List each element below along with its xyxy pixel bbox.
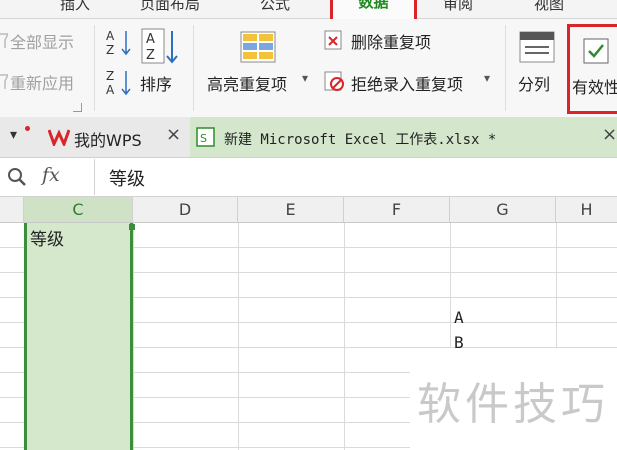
formula-value: 等级 (109, 169, 145, 190)
notification-dot-icon (25, 126, 30, 131)
sort-icon[interactable]: A Z (140, 27, 180, 67)
delete-duplicates-button[interactable]: 删除重复项 (351, 29, 431, 53)
chevron-down-icon[interactable]: ▾ (302, 71, 308, 85)
menu-tab-page-layout[interactable]: 页面布局 (140, 0, 200, 14)
ribbon: 全部显示 重新应用 A Z A Z Z A 排序 高亮重复项 ▾ 删除重复项 拒… (0, 19, 617, 118)
menu-tab-data-label: 数据 (358, 0, 389, 11)
document-tab-bar: ▾ 我的WPS × S 新建 Microsoft Excel 工作表.xlsx … (0, 117, 617, 158)
tab-my-wps-label: 我的WPS (74, 131, 142, 150)
reject-duplicates-icon[interactable] (323, 70, 345, 92)
cell-g5[interactable]: A (454, 308, 464, 327)
highlight-duplicates-icon[interactable] (240, 31, 276, 63)
svg-text:Z: Z (106, 43, 114, 57)
function-icon[interactable]: fx (42, 164, 60, 186)
reapply-button[interactable]: 重新应用 (0, 70, 92, 96)
menu-tab-view[interactable]: 视图 (534, 0, 564, 14)
reapply-label: 重新应用 (10, 74, 75, 93)
show-all-button[interactable]: 全部显示 (0, 29, 92, 55)
column-header-g[interactable]: G (450, 197, 556, 222)
cell-c1[interactable]: 等级 (30, 225, 64, 250)
sort-ascending-icon[interactable]: A Z (104, 27, 134, 57)
menu-tab-insert[interactable]: 插入 (60, 0, 90, 14)
ribbon-separator (94, 25, 95, 111)
svg-text:A: A (146, 32, 155, 47)
column-c-selection[interactable] (24, 223, 133, 450)
validity-label: 有效性 (572, 78, 617, 97)
dialog-launcher-icon[interactable] (73, 103, 82, 112)
ribbon-separator (193, 25, 194, 111)
validity-icon (583, 38, 609, 64)
tab-my-wps[interactable]: 我的WPS × (42, 117, 190, 157)
fill-handle[interactable] (129, 224, 135, 230)
menu-bar: 插入 页面布局 公式 数据 审阅 视图 (0, 0, 617, 24)
sort-descending-icon[interactable]: Z A (104, 67, 134, 97)
tab-list-chevron-icon[interactable]: ▾ (10, 127, 17, 143)
tab-excel-document-label: 新建 Microsoft Excel 工作表.xlsx * (224, 132, 497, 148)
column-header-row: C D E F G H (0, 197, 617, 223)
column-header-f[interactable]: F (344, 197, 450, 222)
highlight-duplicates-button[interactable]: 高亮重复项 (207, 71, 287, 95)
svg-text:A: A (106, 29, 115, 43)
sort-button[interactable]: 排序 (140, 71, 172, 95)
column-header-c[interactable]: C (24, 197, 133, 222)
grid-line (344, 223, 345, 450)
column-header-e[interactable]: E (238, 197, 344, 222)
validity-button[interactable]: 有效性 (567, 24, 617, 114)
ribbon-separator (505, 25, 506, 111)
chevron-down-icon[interactable]: ▾ (484, 71, 490, 85)
excel-file-icon: S (196, 127, 215, 147)
grid-line (238, 223, 239, 450)
close-icon[interactable]: × (602, 124, 617, 145)
svg-text:A: A (106, 83, 115, 97)
column-header-h[interactable]: H (556, 197, 617, 222)
svg-text:Z: Z (106, 69, 114, 83)
formula-input[interactable]: 等级 (94, 159, 617, 195)
refresh-funnel-icon (0, 74, 8, 89)
reject-duplicates-button[interactable]: 拒绝录入重复项 (351, 71, 463, 95)
watermark-text: 软件技巧 (417, 379, 609, 430)
split-column-icon[interactable] (519, 31, 555, 63)
grid-line (133, 223, 134, 450)
column-header-b[interactable] (0, 197, 24, 222)
svg-text:Z: Z (146, 48, 155, 63)
svg-text:S: S (200, 132, 207, 145)
menu-tab-formula[interactable]: 公式 (260, 0, 290, 14)
wps-logo-icon (48, 129, 70, 146)
zoom-search-icon[interactable] (7, 167, 27, 187)
show-all-label: 全部显示 (10, 33, 75, 52)
delete-duplicates-icon[interactable] (323, 29, 345, 51)
formula-bar: fx 等级 (0, 158, 617, 197)
tab-excel-document[interactable]: S 新建 Microsoft Excel 工作表.xlsx * × (190, 117, 617, 157)
split-column-button[interactable]: 分列 (518, 71, 550, 95)
funnel-icon (0, 33, 8, 48)
column-header-d[interactable]: D (133, 197, 238, 222)
menu-tab-review[interactable]: 审阅 (443, 0, 473, 14)
close-icon[interactable]: × (166, 124, 181, 145)
